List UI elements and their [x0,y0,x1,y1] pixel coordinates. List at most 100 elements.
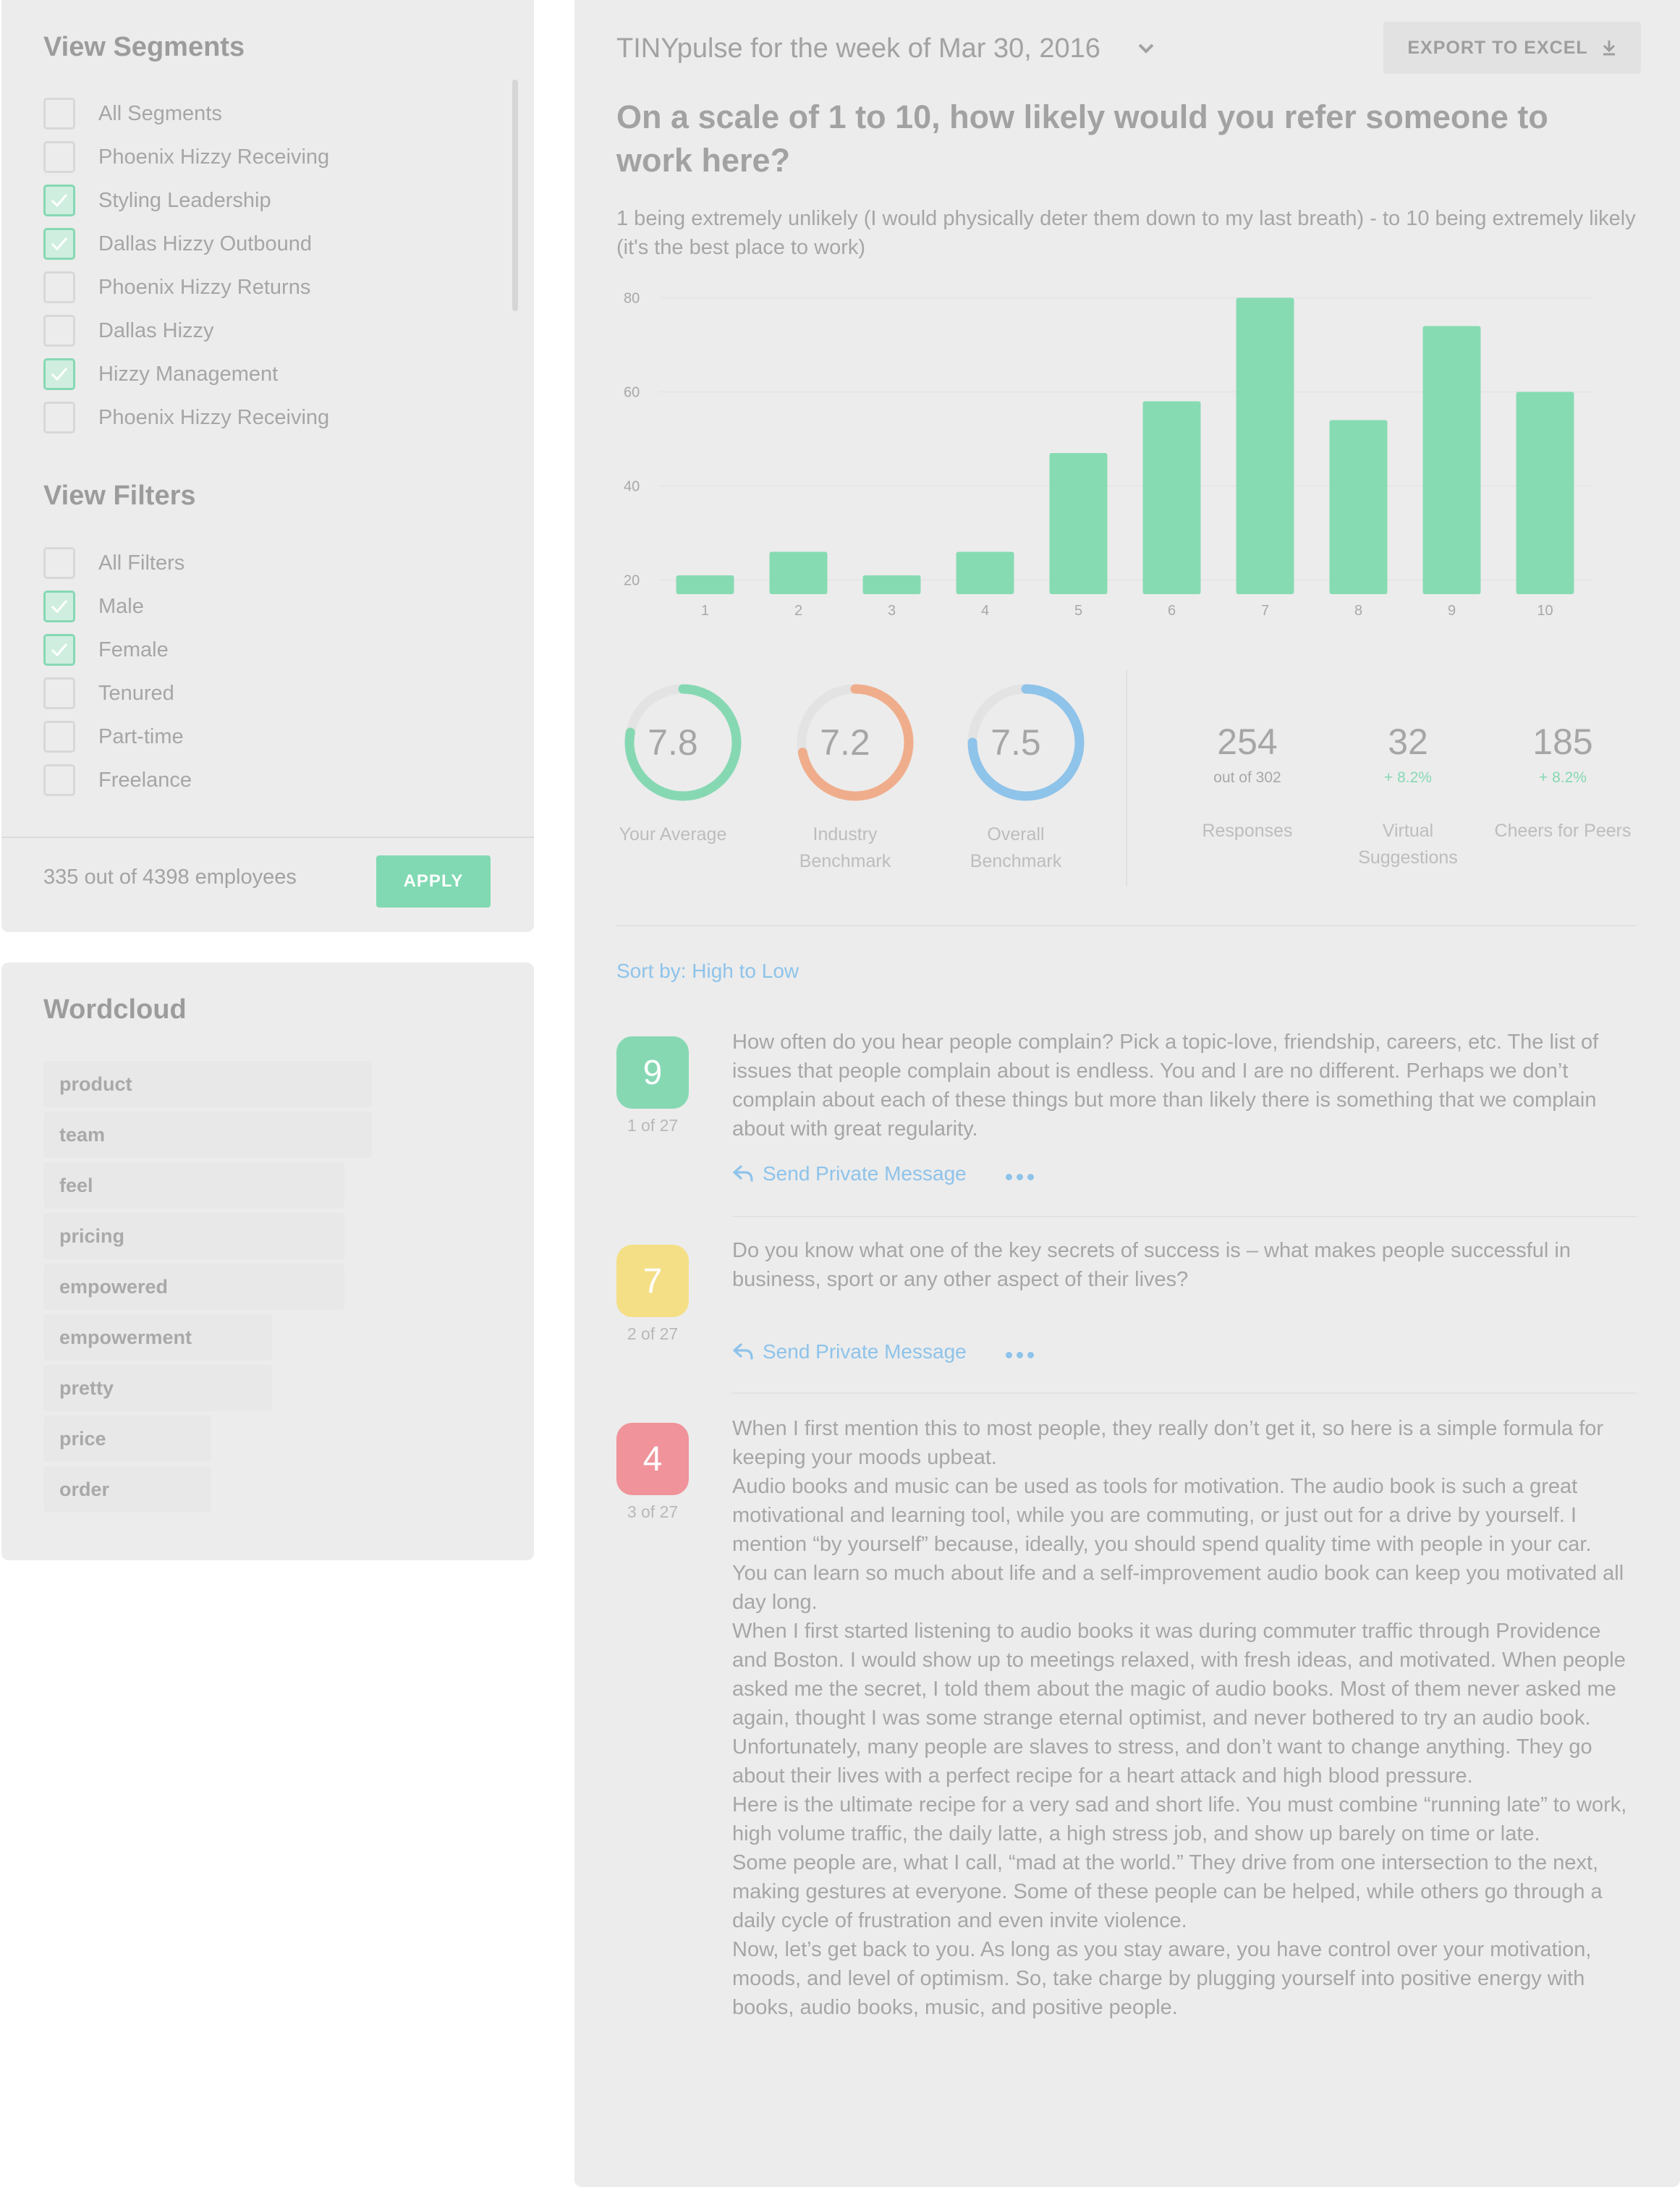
checkbox[interactable] [43,591,75,622]
filter-option-label: All Filters [98,551,185,575]
filter-option[interactable]: All Filters [43,546,184,580]
stat-block: 32 + 8.2% Virtual Suggestions [1336,720,1480,868]
segment-option[interactable]: Styling Leadership [43,183,271,218]
score-value: 7.2 [820,722,870,763]
response-divider [732,1392,1637,1394]
filters-divider [1,837,534,838]
segment-option[interactable]: Phoenix Hizzy Receiving [43,140,329,174]
y-tick-label: 60 [624,385,640,401]
segment-option[interactable]: Phoenix Hizzy Receiving [43,400,329,435]
wordcloud-word[interactable]: product [43,1061,372,1107]
filter-option-label: Tenured [98,681,174,705]
wordcloud-word[interactable]: price [43,1416,211,1462]
wordcloud-word[interactable]: pretty [43,1365,272,1411]
export-excel-button[interactable]: EXPORT TO EXCEL [1383,22,1641,74]
response-comment: How often do you hear people complain? P… [732,1028,1637,1143]
wordcloud-word[interactable]: empowerment [43,1314,272,1361]
checkbox[interactable] [43,634,75,666]
filter-option[interactable]: Male [43,589,144,624]
x-tick-label: 1 [701,603,709,619]
export-label: EXPORT TO EXCEL [1407,37,1588,58]
response-score-badge: 7 [616,1245,689,1317]
segment-option-label: Phoenix Hizzy Receiving [98,145,330,169]
score-label: Industry Benchmark [799,824,891,871]
wordcloud-title: Wordcloud [43,994,187,1025]
week-selector[interactable]: TINYpulse for the week of Mar 30, 2016 [616,33,1100,64]
bar [1516,392,1574,594]
wordcloud-word[interactable]: order [43,1466,211,1513]
response-rank: 3 of 27 [627,1502,679,1521]
apply-button[interactable]: APPLY [376,855,491,908]
checkbox[interactable] [43,547,75,579]
segment-option[interactable]: All Segments [43,96,222,131]
segments-title: View Segments [43,32,245,62]
bar [769,551,828,594]
filter-option[interactable]: Female [43,633,169,667]
filter-option[interactable]: Part-time [43,719,184,754]
segment-option-label: Phoenix Hizzy Returns [98,275,311,299]
chevron-down-icon[interactable] [1136,42,1156,56]
score-distribution-chart: 20 40 60 80 1 2 3 4 5 6 7 8 9 10 [624,291,1593,619]
comment-paragraph: Do you know what one of the key secrets … [732,1239,1571,1291]
x-tick-label: 8 [1354,603,1362,619]
wordcloud-word[interactable]: empowered [43,1264,344,1310]
response-comment: When I first mention this to most people… [732,1414,1637,2022]
bar [1422,326,1481,594]
checkbox[interactable] [43,764,75,796]
comment-paragraph: Audio books and music can be used as too… [732,1475,1592,1556]
score-ring: 7.2 Industry Benchmark [783,680,928,871]
checkbox[interactable] [43,315,75,347]
bar [956,551,1014,594]
segment-option[interactable]: Hizzy Management [43,357,278,392]
segment-option[interactable]: Dallas Hizzy Outbound [43,227,312,261]
y-tick-label: 40 [624,479,640,495]
comment-paragraph: When I first started listening to audio … [732,1620,1626,1730]
x-tick-label: 7 [1261,603,1269,619]
question-text: On a scale of 1 to 10, how likely would … [616,98,1548,179]
send-private-message-label: Send Private Message [763,1162,967,1185]
x-tick-label: 4 [981,603,989,619]
response-score-badge: 9 [616,1036,689,1109]
stat-label: Responses [1202,821,1293,841]
bar [676,575,734,594]
segments-scrollbar[interactable] [512,80,518,311]
checkbox[interactable] [43,271,75,303]
x-tick-label: 3 [888,603,896,619]
checkbox[interactable] [43,141,75,173]
question-subtext: 1 being extremely unlikely (I would phys… [616,207,1636,259]
x-tick-label: 9 [1448,603,1456,619]
response-rank: 1 of 27 [627,1116,679,1135]
checkbox[interactable] [43,402,75,433]
filter-option[interactable]: Freelance [43,763,192,798]
checkbox[interactable] [43,358,75,390]
download-icon [1603,41,1615,56]
checkbox[interactable] [43,98,75,130]
bar [1329,420,1388,594]
y-tick-label: 80 [624,291,640,307]
comment-paragraph: Some people are, what I call, “mad at th… [732,1851,1603,1932]
segment-option-label: Styling Leadership [98,188,271,212]
more-options-icon[interactable] [1006,1174,1034,1180]
filter-option-label: Part-time [98,724,184,748]
send-private-message-label: Send Private Message [763,1340,967,1363]
bar [1236,297,1294,594]
more-options-icon[interactable] [1006,1352,1034,1358]
sort-selector[interactable]: Sort by: High to Low [616,960,799,983]
wordcloud-word[interactable]: feel [43,1162,344,1209]
send-private-message-link[interactable]: Send Private Message [732,1162,967,1185]
wordcloud-word[interactable]: pricing [43,1213,344,1259]
stat-block: 185 + 8.2% Cheers for Peers [1490,720,1635,841]
segment-option[interactable]: Phoenix Hizzy Returns [43,270,310,305]
segment-option[interactable]: Dallas Hizzy [43,313,214,348]
send-private-message-link[interactable]: Send Private Message [732,1340,967,1363]
wordcloud-word[interactable]: team [43,1112,372,1158]
segment-option-label: Dallas Hizzy Outbound [98,232,312,255]
bar [1142,401,1201,594]
checkbox[interactable] [43,228,75,260]
score-label: Your Average [619,824,727,845]
checkbox[interactable] [43,721,75,753]
filter-option-label: Male [98,594,144,618]
checkbox[interactable] [43,185,75,216]
filter-option[interactable]: Tenured [43,676,174,711]
checkbox[interactable] [43,677,75,709]
